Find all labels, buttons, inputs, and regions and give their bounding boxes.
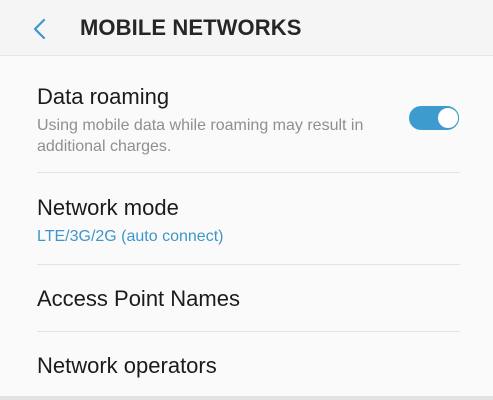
data-roaming-description: Using mobile data while roaming may resu…	[37, 117, 364, 155]
setting-network-mode[interactable]: Network mode LTE/3G/2G (auto connect)	[0, 173, 493, 264]
data-roaming-toggle[interactable]	[409, 106, 459, 130]
setting-access-point-names[interactable]: Access Point Names	[0, 265, 493, 331]
chevron-left-icon	[33, 18, 46, 40]
network-mode-title: Network mode	[37, 195, 179, 220]
access-point-names-title: Access Point Names	[37, 286, 240, 311]
bottom-edge	[0, 396, 493, 400]
data-roaming-title: Data roaming	[37, 84, 170, 109]
network-operators-title: Network operators	[37, 353, 217, 378]
back-button[interactable]	[22, 10, 62, 48]
page-title: MOBILE NETWORKS	[80, 15, 302, 40]
mobile-networks-screen: MOBILE NETWORKS Data roaming Using mobil…	[0, 0, 493, 400]
setting-network-operators[interactable]: Network operators	[0, 332, 493, 396]
network-mode-value: LTE/3G/2G (auto connect)	[37, 228, 224, 245]
app-bar: MOBILE NETWORKS	[0, 0, 493, 56]
toggle-thumb	[437, 107, 459, 129]
